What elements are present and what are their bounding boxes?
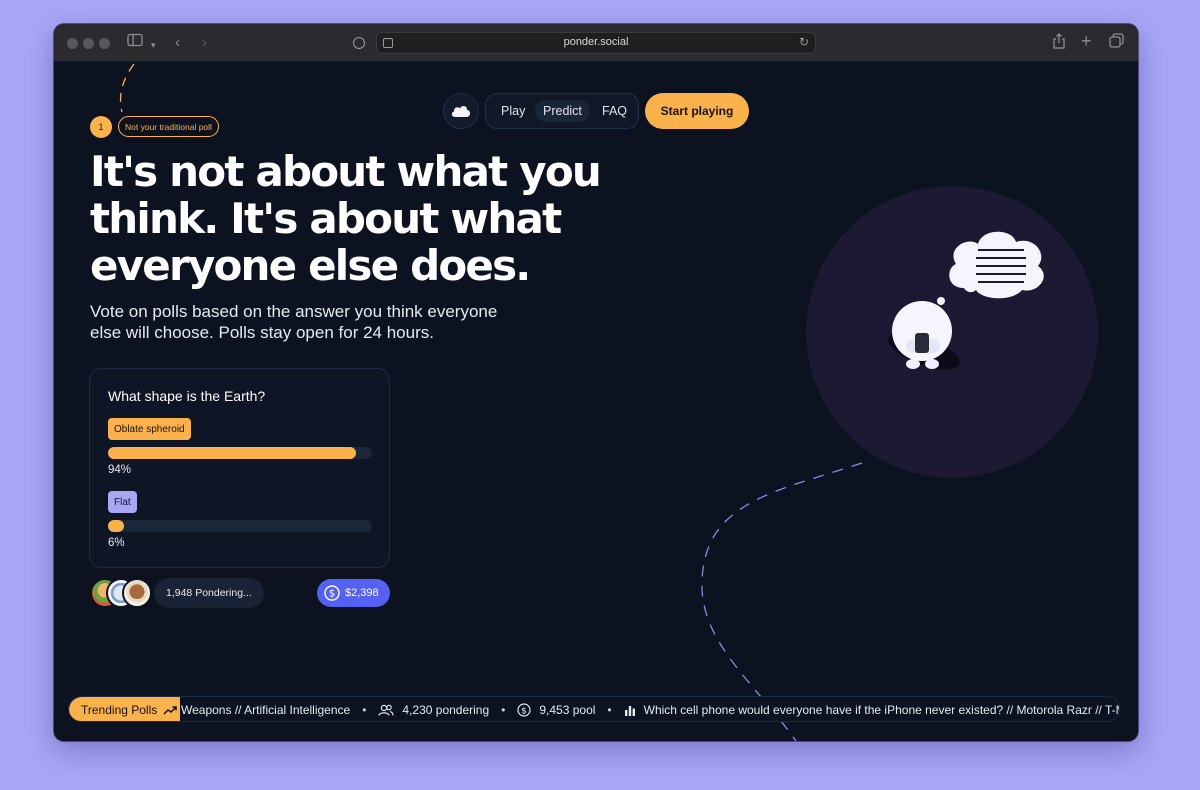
- poll-option-bar: [108, 447, 372, 459]
- ticker-separator: •: [607, 703, 612, 717]
- forward-icon[interactable]: ›: [202, 33, 207, 53]
- trending-polls-title: Trending Polls: [81, 703, 158, 717]
- start-playing-button[interactable]: Start playing: [645, 93, 749, 129]
- sample-poll-card: What shape is the Earth? Oblate spheroid…: [89, 368, 390, 568]
- poll-option-label[interactable]: Flat: [108, 491, 137, 513]
- step-label-badge: Not your traditional poll: [118, 116, 219, 137]
- hero-subtitle: Vote on polls based on the answer you th…: [90, 302, 498, 342]
- nav-predict-link[interactable]: Predict: [535, 100, 590, 122]
- player-avatars: [90, 578, 154, 608]
- browser-toolbar: ▾ ‹ › ponder.social ↻ +: [54, 24, 1138, 62]
- poll-option-bar-fill: [108, 447, 357, 459]
- cloud-icon: [451, 105, 470, 117]
- maximize-window-button[interactable]: [99, 38, 110, 49]
- ticker-separator: •: [501, 703, 506, 717]
- dollar-coin-icon: $: [324, 585, 340, 601]
- poll-option-percent: 6%: [108, 537, 125, 549]
- address-bar[interactable]: ponder.social ↻: [376, 32, 816, 54]
- pondering-character-illustration: [806, 186, 1098, 478]
- svg-text:$: $: [521, 706, 527, 716]
- sidebar-toggle-icon[interactable]: [127, 33, 143, 53]
- new-tab-icon[interactable]: +: [1081, 31, 1092, 51]
- avatar: [122, 578, 152, 608]
- back-icon[interactable]: ‹: [175, 33, 180, 53]
- ticker-separator: •: [362, 703, 367, 717]
- trending-up-icon: [163, 706, 178, 715]
- pool-amount: $2,398: [345, 587, 379, 599]
- ticker-pondering-count: 4,230 pondering: [402, 703, 490, 717]
- browser-window: ▾ ‹ › ponder.social ↻ + Play Predict FAQ…: [54, 24, 1138, 741]
- people-icon: [378, 704, 394, 716]
- bar-chart-icon: [624, 705, 635, 716]
- poll-option-percent: 94%: [108, 464, 132, 476]
- share-icon[interactable]: [1052, 33, 1066, 55]
- ticker-track: Weapons // Artificial Intelligence • 4,2…: [180, 697, 1119, 721]
- pondering-count: 1,948 Pondering...: [154, 578, 264, 608]
- nav-play-link[interactable]: Play: [501, 104, 525, 118]
- page-content: Play Predict FAQ Start playing 1 Not you…: [54, 62, 1138, 741]
- tab-overview-icon[interactable]: [1109, 33, 1124, 54]
- poll-question: What shape is the Earth?: [108, 388, 266, 404]
- trending-polls-ticker: Trending Polls Weapons // Artificial Int…: [68, 696, 1120, 722]
- trending-polls-label[interactable]: Trending Polls: [69, 697, 180, 721]
- svg-text:$: $: [329, 589, 335, 600]
- step-number-badge: 1: [90, 116, 112, 138]
- dollar-coin-icon: $: [517, 703, 531, 717]
- poll-option-bar: [108, 520, 372, 532]
- ticker-pool-amount: 9,453 pool: [539, 703, 596, 717]
- minimize-window-button[interactable]: [83, 38, 94, 49]
- close-window-button[interactable]: [67, 38, 78, 49]
- hero-headline: It's not about what you think. It's abou…: [90, 147, 602, 290]
- nav-faq-link[interactable]: FAQ: [602, 104, 627, 118]
- ponder-logo[interactable]: [443, 93, 479, 129]
- reload-icon[interactable]: ↻: [799, 35, 809, 49]
- chevron-down-icon[interactable]: ▾: [151, 35, 156, 55]
- poll-option-label[interactable]: Oblate spheroid: [108, 418, 191, 440]
- ticker-poll-text[interactable]: Weapons // Artificial Intelligence: [181, 703, 350, 717]
- privacy-shield-icon[interactable]: [353, 37, 365, 49]
- poll-option-bar-fill: [108, 520, 124, 532]
- pool-amount-badge: $ $2,398: [317, 579, 390, 607]
- url-text: ponder.social: [563, 36, 629, 48]
- nav-links: Play Predict FAQ: [485, 93, 639, 129]
- ticker-poll-text[interactable]: Which cell phone would everyone have if …: [644, 703, 1119, 717]
